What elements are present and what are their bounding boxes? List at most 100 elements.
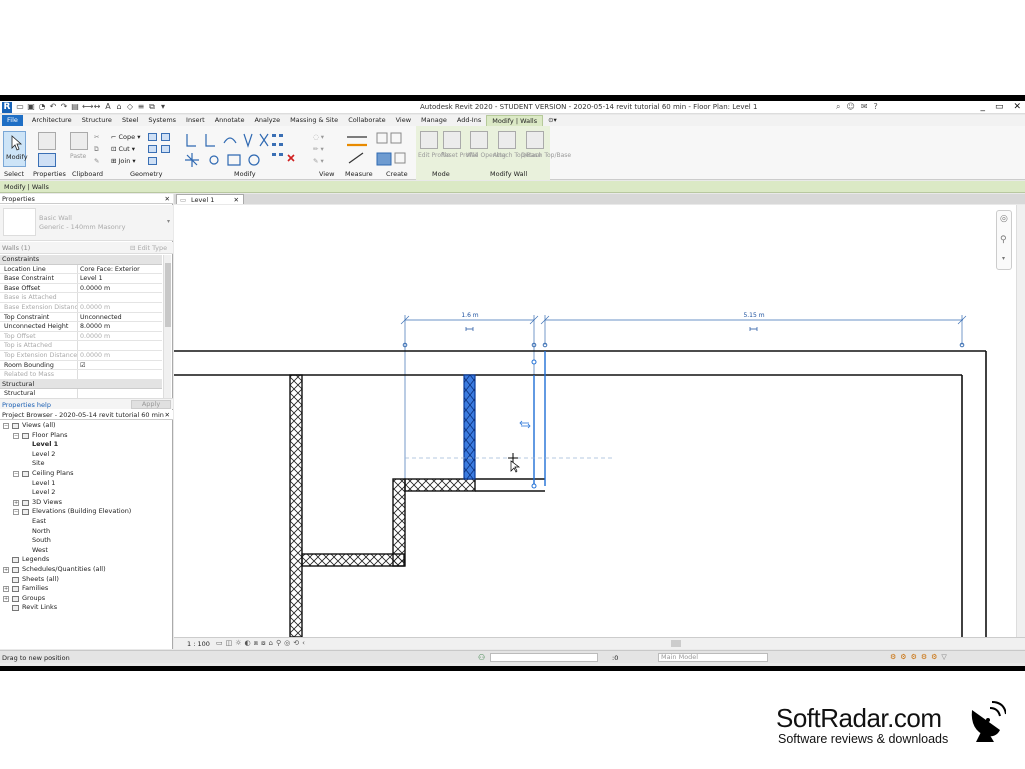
properties-help-link[interactable]: Properties help — [2, 401, 51, 409]
property-value[interactable] — [78, 341, 162, 350]
property-value[interactable]: 0.0000 m — [78, 303, 162, 312]
tab-systems[interactable]: Systems — [143, 115, 181, 126]
property-row[interactable]: Base Extension Distance 0.0000 m — [0, 302, 162, 313]
tree-item[interactable]: Revit Links — [0, 603, 173, 613]
workset-dropdown[interactable] — [490, 653, 598, 662]
property-value[interactable]: ☑ — [78, 361, 162, 370]
equality-icon[interactable] — [465, 327, 474, 331]
tree-item[interactable]: Level 1 — [0, 440, 173, 450]
selected-wall-outline[interactable] — [533, 351, 546, 486]
shadows-icon[interactable]: ◐ — [245, 639, 251, 648]
dimension-left-text[interactable]: 1.6 m — [461, 312, 478, 319]
redo-icon[interactable]: ↷ — [60, 103, 68, 111]
flip-arrows-icon[interactable] — [519, 420, 531, 429]
tree-item[interactable]: Sheets (all) — [0, 575, 173, 585]
expand-icon[interactable]: + — [3, 595, 9, 602]
tree-item[interactable]: West — [0, 546, 173, 556]
sync-icon[interactable]: ◔ — [38, 103, 46, 111]
save-icon[interactable]: ▣ — [27, 103, 35, 111]
property-row[interactable]: Top Extension Distance 0.0000 m — [0, 350, 162, 361]
chevron-down-icon[interactable]: ▾ — [1002, 255, 1005, 262]
match-icon[interactable]: ✎ — [94, 157, 99, 165]
tree-item[interactable]: + Schedules/Quantities (all) — [0, 565, 173, 575]
3d-view-icon[interactable]: ⌂ — [115, 103, 123, 111]
tree-item[interactable]: − Elevations (Building Elevation) — [0, 507, 173, 517]
property-group-header[interactable]: Constraints — [0, 255, 162, 265]
geometry-tool-icon[interactable] — [148, 133, 157, 141]
dimension-right-text[interactable]: 5.15 m — [743, 312, 764, 319]
view-tool-icon[interactable]: ◌ ▾ — [313, 133, 324, 141]
search-icon[interactable]: ⌕ — [836, 102, 840, 112]
scrollbar-thumb[interactable] — [165, 263, 171, 327]
property-row[interactable]: Related to Mass — [0, 370, 162, 380]
measure-tools[interactable] — [345, 131, 375, 169]
sun-path-icon[interactable]: ☼ — [235, 639, 241, 648]
canvas-horizontal-scrollbar[interactable] — [671, 640, 681, 647]
tree-item[interactable]: Level 2 — [0, 488, 173, 498]
tree-item[interactable]: South — [0, 536, 173, 546]
property-row[interactable]: Base Offset 0.0000 m — [0, 283, 162, 294]
property-row[interactable]: Structural — [0, 389, 162, 398]
paste-icon[interactable] — [70, 132, 88, 150]
tree-item[interactable]: + Families — [0, 584, 173, 594]
switch-windows-icon[interactable]: ⧉ — [148, 103, 156, 111]
property-value[interactable] — [78, 370, 162, 379]
thin-lines-icon[interactable]: ≡ — [137, 103, 145, 111]
property-value[interactable]: 8.0000 m — [78, 322, 162, 331]
canvas-vertical-scrollbar[interactable] — [1016, 205, 1025, 637]
cut-button[interactable]: ⊡ Cut ▾ — [111, 145, 135, 153]
measure-icon[interactable]: ⟷ — [82, 103, 93, 111]
tree-item[interactable]: − Ceiling Plans — [0, 469, 173, 479]
property-row[interactable]: Room Bounding ☑ — [0, 360, 162, 371]
apply-button[interactable]: Apply — [131, 400, 171, 409]
property-value[interactable]: Level 1 — [78, 274, 162, 283]
collapse-icon[interactable]: − — [3, 423, 9, 429]
section-icon[interactable]: ◇ — [126, 103, 134, 111]
collapse-icon[interactable]: − — [13, 509, 19, 516]
tab-collaborate[interactable]: Collaborate — [343, 115, 390, 126]
wall-joins-icon[interactable] — [148, 145, 157, 153]
exchange-icon[interactable]: ✉ — [861, 102, 868, 112]
interior-masonry-walls[interactable] — [289, 374, 545, 637]
steering-wheel-icon[interactable]: ◎ — [1000, 214, 1008, 224]
property-value[interactable]: 0.0000 m — [78, 351, 162, 360]
print-icon[interactable]: ▤ — [71, 103, 79, 111]
tab-view[interactable]: View — [391, 115, 416, 126]
select-links-icon[interactable]: ⚙ — [890, 653, 896, 661]
wall-end-grip[interactable] — [531, 359, 537, 365]
join-button[interactable]: ⊞ Join ▾ — [111, 157, 136, 165]
unlock-3d-icon[interactable]: ⌂ — [269, 639, 273, 648]
drawing-canvas[interactable]: 1.6 m 5.15 m — [174, 205, 1016, 637]
collapse-icon[interactable]: − — [13, 470, 19, 477]
close-icon[interactable]: ✕ — [165, 195, 170, 203]
visual-style-icon[interactable]: ◫ — [226, 639, 233, 648]
floor-plan-drawing[interactable]: 1.6 m 5.15 m — [174, 205, 1016, 637]
property-row[interactable]: Unconnected Height 8.0000 m — [0, 322, 162, 332]
cope-button[interactable]: ⌐ Cope ▾ — [111, 133, 141, 141]
property-row[interactable]: Base Constraint Level 1 — [0, 274, 162, 284]
demolish-icon[interactable] — [161, 145, 170, 153]
maximize-button[interactable]: ▭ — [995, 101, 1004, 114]
property-group-header[interactable]: Structural — [0, 379, 162, 390]
select-by-face-icon[interactable]: ⚙ — [921, 653, 927, 661]
expand-icon[interactable]: + — [13, 499, 19, 506]
override-icon[interactable]: ✏ ▾ — [313, 145, 324, 153]
filter-icon[interactable]: ▽ — [941, 653, 946, 661]
select-underlay-icon[interactable]: ⚙ — [900, 653, 906, 661]
tree-item[interactable]: North — [0, 527, 173, 537]
property-value[interactable] — [78, 389, 162, 398]
modify-button[interactable]: Modify — [3, 131, 28, 167]
select-pinned-icon[interactable]: ⚙ — [911, 653, 917, 661]
modify-tools[interactable] — [184, 131, 304, 169]
detail-level-icon[interactable]: ▭ — [216, 639, 223, 648]
edit-type-button[interactable]: ⊟ Edit Type — [130, 244, 167, 252]
type-properties-icon[interactable] — [38, 132, 56, 150]
close-icon[interactable]: ✕ — [234, 196, 239, 204]
property-row[interactable]: Base is Attached — [0, 293, 162, 303]
reveal-hidden-icon[interactable]: ◎ — [284, 639, 290, 648]
tab-insert[interactable]: Insert — [181, 115, 210, 126]
text-icon[interactable]: A — [104, 103, 112, 111]
design-option-dropdown[interactable]: Main Model — [658, 653, 768, 662]
undo-icon[interactable]: ↶ — [49, 103, 57, 111]
reset-profile-icon[interactable] — [443, 131, 461, 149]
